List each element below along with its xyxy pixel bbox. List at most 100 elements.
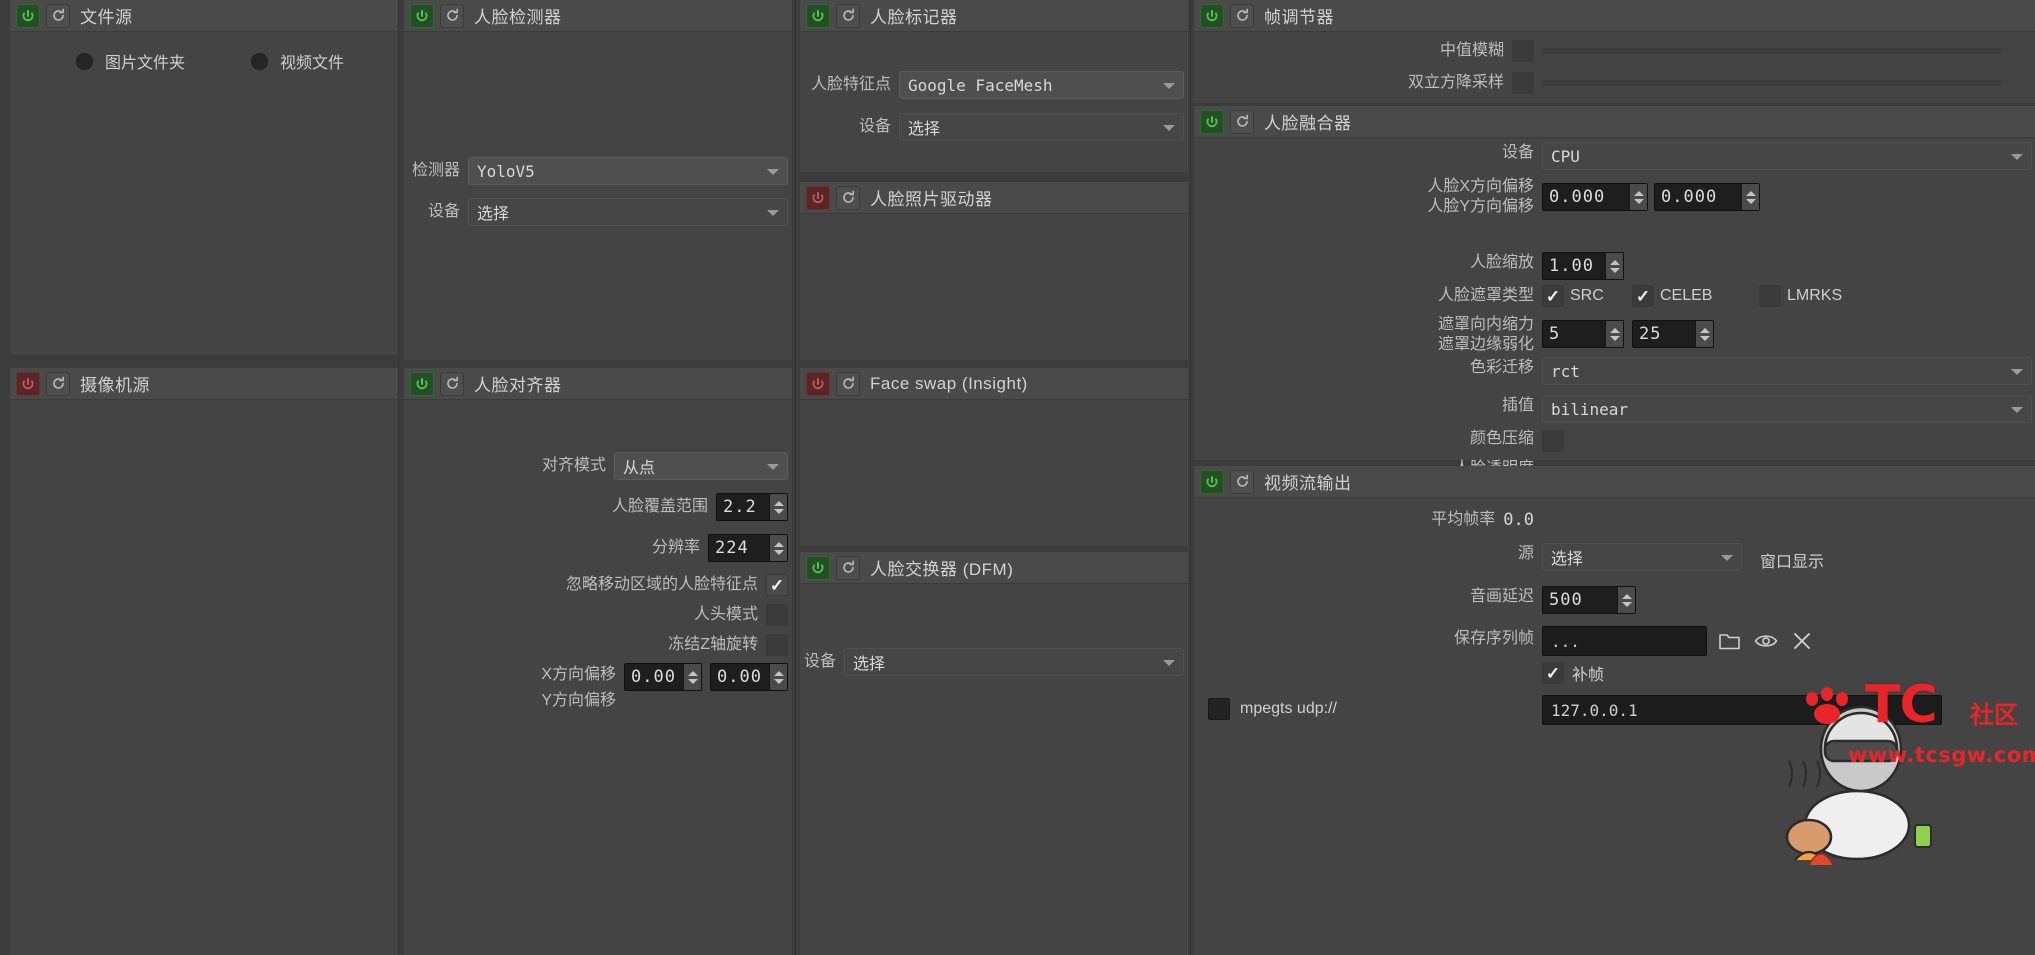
window-show-label[interactable]: 窗口显示 [1760, 548, 1824, 572]
power-icon[interactable] [410, 3, 434, 28]
marker-device-value: 选择 [908, 119, 941, 138]
chevron-down-icon [767, 169, 779, 175]
aligner-x-offset-arrows[interactable] [683, 664, 701, 690]
radio-video-file[interactable]: 视频文件 [251, 49, 344, 73]
merger-y-offset-stepper[interactable]: 0.000 [1654, 183, 1760, 211]
reset-icon[interactable] [836, 3, 860, 28]
power-icon[interactable] [806, 185, 830, 210]
reset-icon[interactable] [836, 371, 860, 396]
mask-lmrks-checkbox-group[interactable]: LMRKS [1759, 285, 1842, 307]
merger-x-offset-stepper[interactable]: 0.000 [1542, 183, 1648, 211]
power-icon[interactable] [16, 3, 40, 28]
bicubic-slider[interactable] [1542, 80, 2002, 86]
color-transfer-select[interactable]: rct [1542, 357, 2032, 385]
median-blur-slider[interactable] [1542, 48, 2002, 54]
fill-frames-group[interactable]: 补帧 [1542, 661, 1604, 685]
detector-select[interactable]: YoloV5 [468, 157, 788, 185]
marker-device-select[interactable]: 选择 [899, 113, 1184, 141]
reset-icon[interactable] [46, 371, 70, 396]
mask-lmrks-checkbox[interactable] [1759, 285, 1781, 307]
power-icon[interactable] [1200, 469, 1224, 494]
av-delay-stepper[interactable]: 500 [1542, 586, 1636, 614]
power-icon[interactable] [410, 371, 434, 396]
fill-frames-label: 补帧 [1572, 667, 1605, 684]
mpegts-input[interactable]: 127.0.0.1 [1542, 695, 1942, 725]
resolution-arrows[interactable] [769, 535, 787, 561]
reset-icon[interactable] [836, 185, 860, 210]
merger-device-select[interactable]: CPU [1542, 142, 2032, 170]
save-sequence-input[interactable]: ... [1542, 626, 1707, 656]
eye-icon[interactable] [1750, 626, 1782, 656]
merger-x-offset-arrows[interactable] [1629, 184, 1647, 210]
mask-src-checkbox[interactable] [1542, 285, 1564, 307]
detector-device-select[interactable]: 选择 [468, 198, 788, 226]
power-icon[interactable] [1200, 109, 1224, 134]
freeze-z-checkbox[interactable] [766, 634, 788, 656]
stream-source-value: 选择 [1551, 551, 1584, 568]
chevron-down-icon [2011, 369, 2023, 375]
radio-image-folder[interactable]: 图片文件夹 [76, 49, 185, 73]
mask-celeb-checkbox-group[interactable]: CELEB [1632, 285, 1712, 307]
merger-y-offset-arrows[interactable] [1741, 184, 1759, 210]
resolution-stepper[interactable]: 224 [708, 534, 788, 562]
merger-device-label: 设备 [1501, 144, 1534, 161]
stream-source-select[interactable]: 选择 [1542, 543, 1742, 571]
power-icon[interactable] [16, 371, 40, 396]
aligner-y-offset-stepper[interactable]: 0.00 [710, 663, 788, 691]
reset-icon[interactable] [1230, 109, 1254, 134]
head-mode-checkbox[interactable] [766, 604, 788, 626]
folder-icon[interactable] [1714, 626, 1746, 656]
resolution-value: 224 [715, 538, 749, 558]
mask-erode-stepper[interactable]: 5 [1542, 320, 1624, 348]
mask-blur-arrows[interactable] [1695, 321, 1713, 347]
radio-dot-image-folder[interactable] [76, 52, 93, 70]
face-aligner-header: 人脸对齐器 [404, 368, 792, 400]
mask-celeb-checkbox[interactable] [1632, 285, 1654, 307]
resolution-label: 分辨率 [651, 539, 700, 557]
reset-icon[interactable] [440, 371, 464, 396]
freeze-z-label: 冻结Z轴旋转 [668, 636, 758, 654]
mask-erode-arrows[interactable] [1605, 321, 1623, 347]
column-divider-3 [1190, 0, 1191, 955]
close-icon[interactable] [1786, 626, 1818, 656]
reset-icon[interactable] [1230, 469, 1254, 494]
median-blur-checkbox[interactable] [1512, 40, 1534, 62]
exclude-moving-checkbox[interactable] [766, 574, 788, 596]
mpegts-group[interactable]: mpegts udp:// [1208, 698, 1337, 720]
column-divider-2 [795, 0, 796, 955]
interpolation-select[interactable]: bilinear [1542, 395, 2032, 423]
detector-device-label: 设备 [427, 203, 460, 221]
reset-icon[interactable] [1230, 3, 1254, 28]
mask-blur-stepper[interactable]: 25 [1632, 320, 1714, 348]
color-compress-checkbox[interactable] [1542, 430, 1564, 452]
reset-icon[interactable] [46, 3, 70, 28]
align-mode-select[interactable]: 从点 [614, 452, 788, 480]
reset-icon[interactable] [440, 3, 464, 28]
save-sequence-value: ... [1551, 631, 1580, 651]
color-transfer-value: rct [1551, 361, 1580, 381]
power-icon[interactable] [1200, 3, 1224, 28]
av-delay-arrows[interactable] [1617, 587, 1635, 613]
dfm-device-select[interactable]: 选择 [844, 648, 1184, 676]
fill-frames-checkbox[interactable] [1542, 662, 1564, 684]
reset-icon[interactable] [836, 555, 860, 580]
power-icon[interactable] [806, 3, 830, 28]
coverage-arrows[interactable] [769, 494, 787, 520]
landmarks-select[interactable]: Google FaceMesh [899, 71, 1184, 99]
aligner-y-offset-arrows[interactable] [769, 664, 787, 690]
av-delay-value: 500 [1549, 590, 1583, 610]
panel-face-aligner: 人脸对齐器 对齐模式 从点 人脸覆盖范围 2.2 分辨率 224 忽略移动区域的… [404, 368, 792, 955]
power-icon[interactable] [806, 555, 830, 580]
merger-scale-arrows[interactable] [1605, 253, 1623, 279]
deepfacelive-window: 文件源 图片文件夹 视频文件 摄像机源 人脸检测器 检测器 YoloV5 设备 … [0, 0, 2035, 955]
mpegts-checkbox[interactable] [1208, 698, 1230, 720]
aligner-x-offset-stepper[interactable]: 0.00 [624, 663, 702, 691]
panel-face-swap-dfm: 人脸交换器 (DFM) 设备 选择 [800, 552, 1188, 955]
panel-file-source: 文件源 图片文件夹 视频文件 [10, 0, 398, 355]
bicubic-checkbox[interactable] [1512, 72, 1534, 94]
merger-scale-stepper[interactable]: 1.00 [1542, 252, 1624, 280]
mask-src-checkbox-group[interactable]: SRC [1542, 285, 1604, 307]
power-icon[interactable] [806, 371, 830, 396]
coverage-stepper[interactable]: 2.2 [716, 493, 788, 521]
radio-dot-video-file[interactable] [251, 52, 268, 70]
